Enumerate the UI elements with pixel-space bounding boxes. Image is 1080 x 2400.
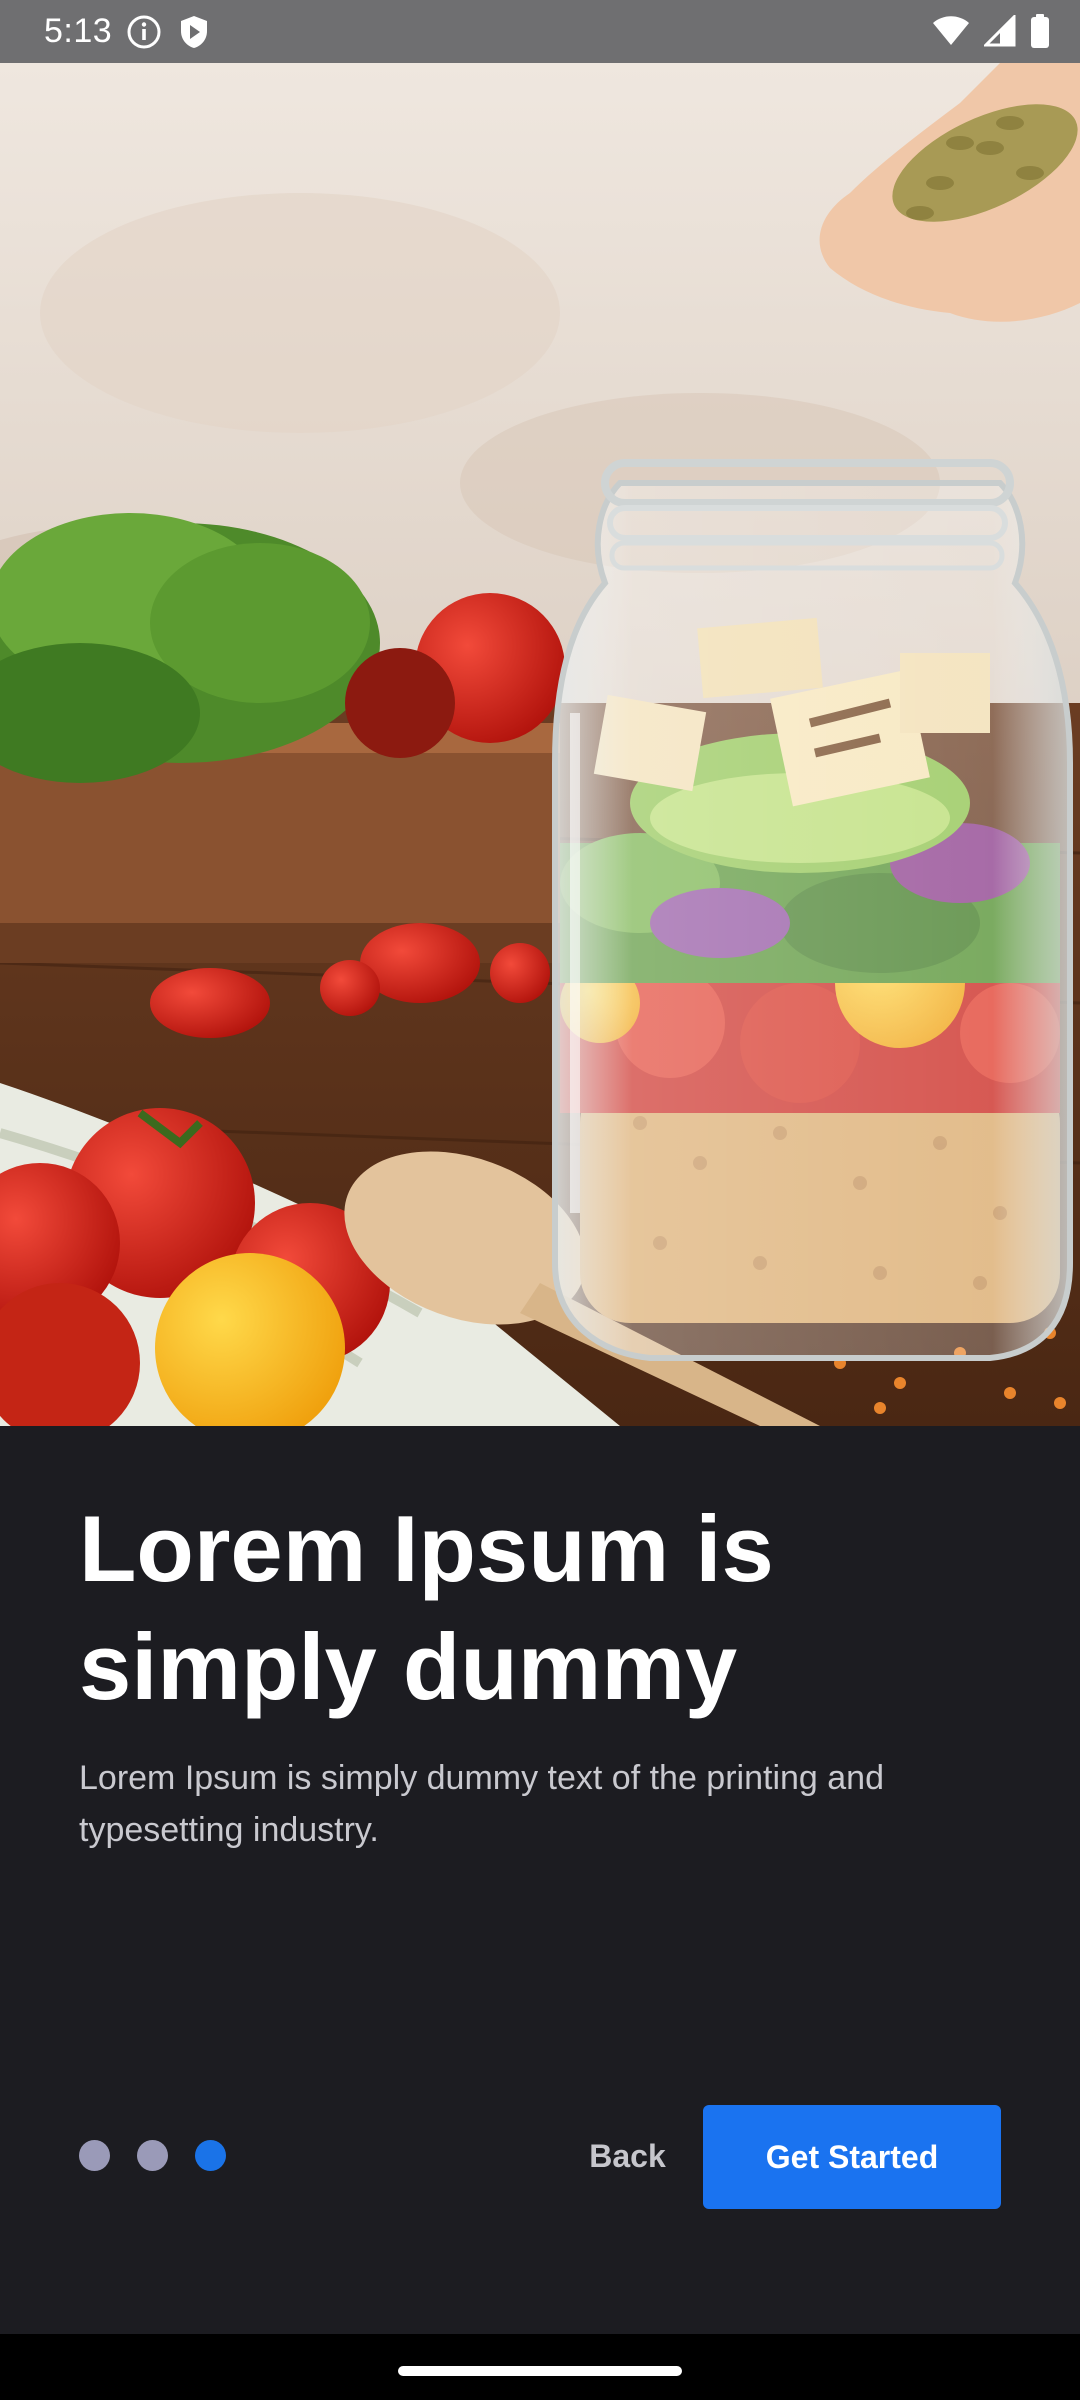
signal-icon (984, 15, 1016, 47)
onboarding-description: Lorem Ipsum is simply dummy text of the … (79, 1759, 884, 1849)
onboarding-screen: 5:13 Lorem Ipsum is simply dummy Lorem I… (0, 0, 1080, 2400)
info-icon (126, 14, 162, 50)
page-dot-1 (79, 2140, 110, 2171)
status-time: 5:13 (44, 12, 113, 50)
home-indicator[interactable] (398, 2366, 682, 2376)
page-indicator (79, 2140, 226, 2171)
page-dot-3-active (195, 2140, 226, 2171)
wifi-icon (932, 15, 970, 47)
onboarding-title: Lorem Ipsum is simply dummy (79, 1496, 774, 1719)
hero-image (0, 63, 1080, 1426)
page-dot-2 (137, 2140, 168, 2171)
status-bar: 5:13 (0, 0, 1080, 63)
back-button[interactable]: Back (560, 2118, 695, 2194)
status-right-icons (932, 14, 1050, 48)
battery-icon (1030, 14, 1050, 48)
shield-icon (178, 14, 210, 50)
navigation-bar (0, 2334, 1080, 2400)
get-started-button[interactable]: Get Started (703, 2105, 1001, 2209)
status-left-icons (126, 14, 210, 50)
